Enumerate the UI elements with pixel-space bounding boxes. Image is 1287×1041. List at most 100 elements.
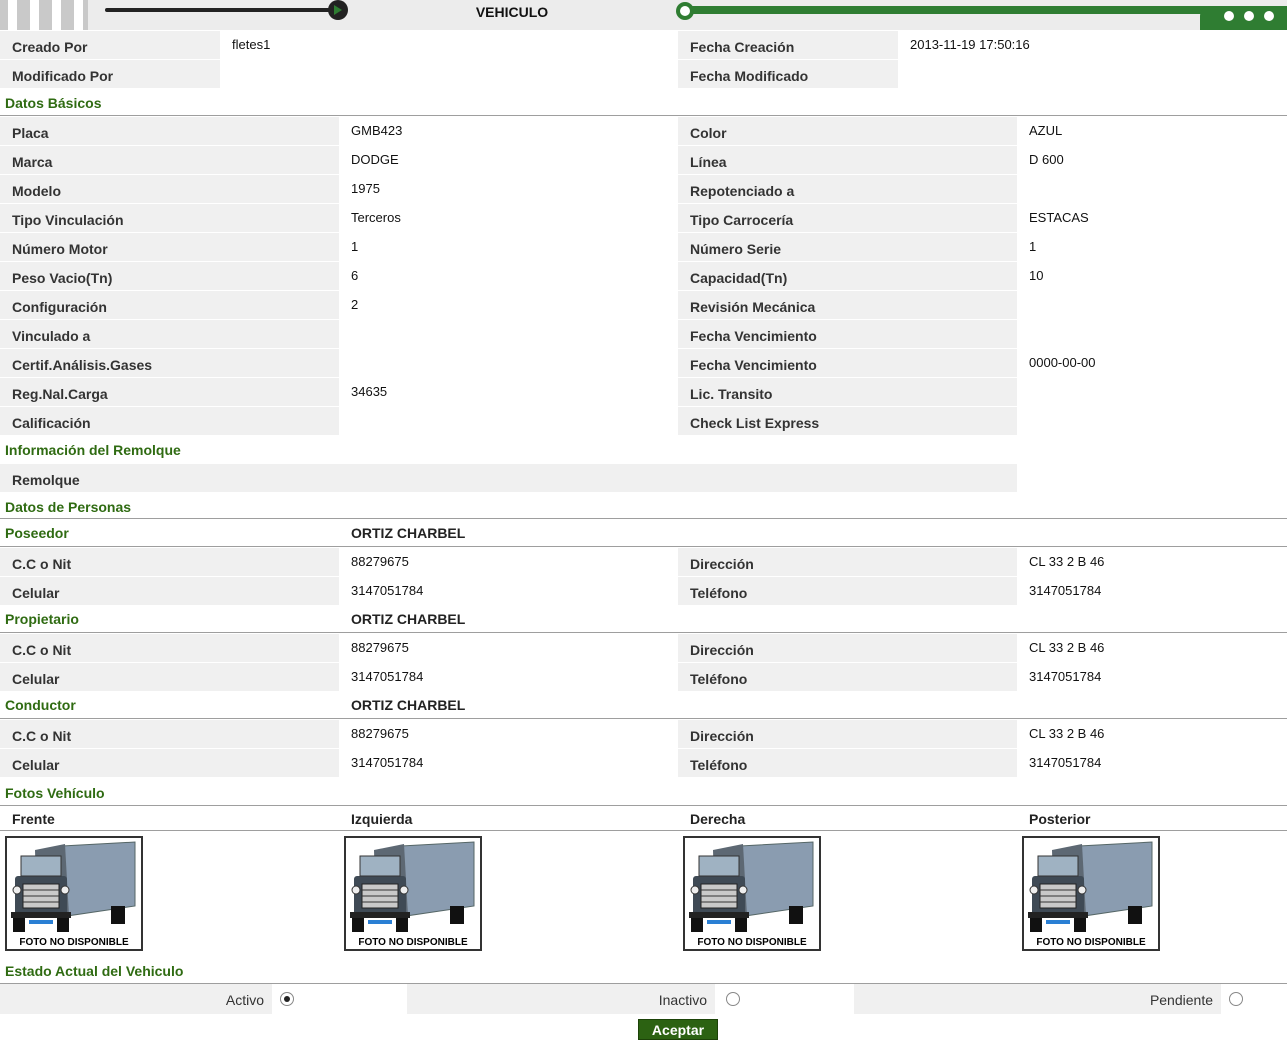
field-label: Modificado Por <box>0 60 220 88</box>
field-value: DODGE <box>339 146 677 174</box>
person-role: Conductor <box>5 697 76 713</box>
photo-header-left: Izquierda <box>351 811 413 827</box>
basic-row: Tipo Vinculación Terceros Tipo Carrocería E… <box>0 204 1287 233</box>
field-label: Tipo Vinculación <box>0 204 339 232</box>
dot-icon <box>1224 11 1234 21</box>
field-label: Dirección <box>678 634 1017 662</box>
trailer-row: Remolque <box>0 464 1287 493</box>
basic-row: Placa GMB423 Color AZUL <box>0 117 1287 146</box>
field-value: 6 <box>339 262 677 290</box>
truck-image <box>11 841 136 932</box>
field-value: CL 33 2 B 46 <box>1017 634 1287 662</box>
photo-right[interactable]: FOTO NO DISPONIBLE <box>683 836 821 951</box>
field-value <box>339 349 677 377</box>
field-label: Número Serie <box>678 233 1017 261</box>
field-value: 2013-11-19 17:50:16 <box>898 31 1287 59</box>
section-title-trailer: Información del Remolque <box>0 437 1287 461</box>
photo-rear[interactable]: FOTO NO DISPONIBLE <box>1022 836 1160 951</box>
basic-row: Modelo 1975 Repotenciado a <box>0 175 1287 204</box>
truck-image <box>1028 841 1153 932</box>
person-header: Poseedor ORTIZ CHARBEL <box>0 519 1287 547</box>
field-value: D 600 <box>1017 146 1287 174</box>
photo-caption: FOTO NO DISPONIBLE <box>1036 937 1146 948</box>
field-value: AZUL <box>1017 117 1287 145</box>
person-row: Celular 3147051784 Teléfono 3147051784 <box>0 749 1287 778</box>
field-label: Tipo Carrocería <box>678 204 1017 232</box>
field-value: GMB423 <box>339 117 677 145</box>
field-value: 3147051784 <box>1017 577 1287 605</box>
photo-header-right: Derecha <box>690 811 746 827</box>
field-label: Número Motor <box>0 233 339 261</box>
person-role: Poseedor <box>5 525 69 541</box>
field-label: Celular <box>0 577 339 605</box>
field-label: Placa <box>0 117 339 145</box>
field-label: Fecha Modificado <box>678 60 898 88</box>
field-label: Creado Por <box>0 31 220 59</box>
progress-track-left <box>105 8 340 12</box>
field-value <box>1017 175 1287 203</box>
photo-front[interactable]: FOTO NO DISPONIBLE <box>5 836 143 951</box>
field-value <box>1017 407 1287 435</box>
page-title: VEHICULO <box>475 4 549 20</box>
field-label: Fecha Creación <box>678 31 898 59</box>
field-value: 34635 <box>339 378 677 406</box>
field-label: Teléfono <box>678 663 1017 691</box>
photo-caption: FOTO NO DISPONIBLE <box>358 937 468 948</box>
field-label: Peso Vacio(Tn) <box>0 262 339 290</box>
field-label: Revisión Mecánica <box>678 291 1017 319</box>
play-icon <box>328 0 348 20</box>
field-value: 88279675 <box>339 720 677 748</box>
field-value: 3147051784 <box>339 663 677 691</box>
field-label: C.C o Nit <box>0 720 339 748</box>
field-value: 88279675 <box>339 548 677 576</box>
photo-header-rear: Posterior <box>1029 811 1091 827</box>
field-value: 88279675 <box>339 634 677 662</box>
section-title-status: Estado Actual del Vehiculo <box>0 958 1287 982</box>
field-label: Línea <box>678 146 1017 174</box>
field-value: Terceros <box>339 204 677 232</box>
field-value: 3147051784 <box>339 749 677 777</box>
status-row: Activo Inactivo Pendiente <box>0 984 1287 1014</box>
status-radio-activo[interactable] <box>280 992 294 1006</box>
section-title-people: Datos de Personas <box>0 494 1287 518</box>
person-header: Conductor ORTIZ CHARBEL <box>0 691 1287 719</box>
photo-header-front: Frente <box>12 811 55 827</box>
field-label: C.C o Nit <box>0 634 339 662</box>
field-label: Celular <box>0 749 339 777</box>
header-stripes <box>0 0 88 30</box>
field-value: 3147051784 <box>1017 663 1287 691</box>
field-label: Dirección <box>678 720 1017 748</box>
field-label: Certif.Análisis.Gases <box>0 349 339 377</box>
status-radio-pendiente[interactable] <box>1229 992 1243 1006</box>
field-label: Reg.Nal.Carga <box>0 378 339 406</box>
photo-left[interactable]: FOTO NO DISPONIBLE <box>344 836 482 951</box>
field-value: 3147051784 <box>339 577 677 605</box>
photo-caption: FOTO NO DISPONIBLE <box>697 937 807 948</box>
status-label-pendiente: Pendiente <box>854 984 1221 1014</box>
field-label: Teléfono <box>678 577 1017 605</box>
field-label: Teléfono <box>678 749 1017 777</box>
field-label: Lic. Transito <box>678 378 1017 406</box>
page-header: VEHICULO <box>0 0 1287 30</box>
field-label: Color <box>678 117 1017 145</box>
field-value: 0000-00-00 <box>1017 349 1287 377</box>
person-name: ORTIZ CHARBEL <box>351 525 466 541</box>
basic-row: Calificación Check List Express <box>0 407 1287 436</box>
field-value <box>339 320 677 348</box>
field-value <box>898 60 1287 88</box>
field-value: ESTACAS <box>1017 204 1287 232</box>
field-value <box>1017 464 1287 492</box>
status-radio-inactivo[interactable] <box>726 992 740 1006</box>
divider <box>0 115 1287 116</box>
basic-row: Reg.Nal.Carga 34635 Lic. Transito <box>0 378 1287 407</box>
dot-icon <box>1264 11 1274 21</box>
field-value: 1 <box>339 233 677 261</box>
field-label: Configuración <box>0 291 339 319</box>
progress-track-right <box>688 6 1228 14</box>
truck-image <box>350 841 475 932</box>
section-title-photos: Fotos Vehículo <box>0 780 1287 804</box>
accept-button[interactable]: Aceptar <box>638 1019 718 1040</box>
field-value: 1 <box>1017 233 1287 261</box>
field-value <box>339 407 677 435</box>
basic-row: Marca DODGE Línea D 600 <box>0 146 1287 175</box>
